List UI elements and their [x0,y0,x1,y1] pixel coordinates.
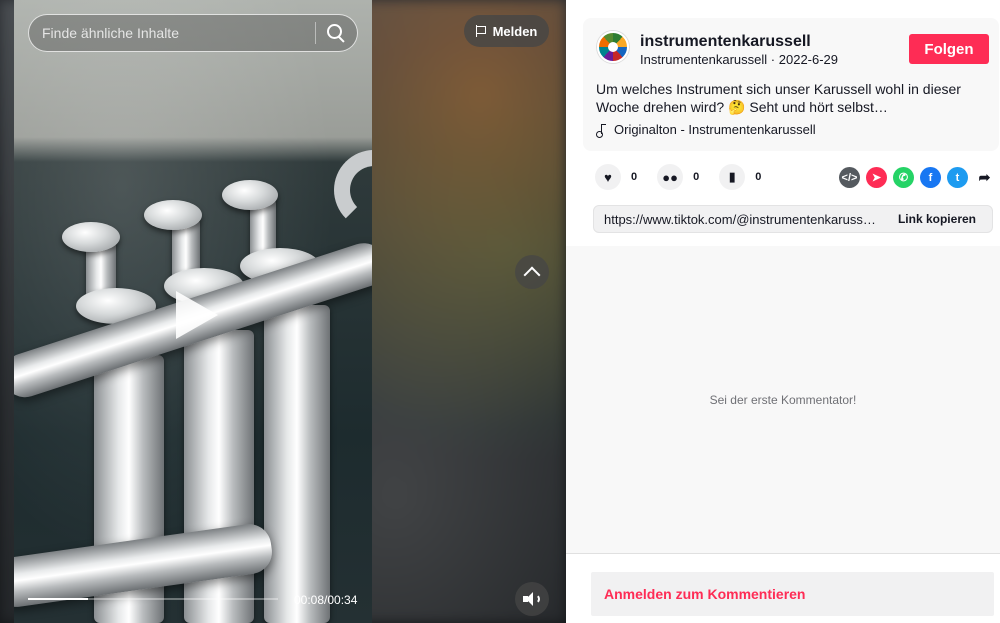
previous-video-button[interactable] [515,255,549,289]
like-action[interactable]: ♥ 0 [595,164,637,190]
trumpet-valve-cap [62,222,120,252]
share-arrow-icon[interactable]: ➦ [974,167,995,188]
whatsapp-icon[interactable]: ✆ [893,167,914,188]
music-note-icon [596,123,606,138]
empty-comments-text: Sei der erste Kommentator! [709,393,857,407]
twitter-icon[interactable]: t [947,167,968,188]
comment-action[interactable]: ●● 0 [657,164,699,190]
post-sidebar: instrumentenkarussell Instrumentenkaruss… [566,0,1000,623]
follow-button[interactable]: Folgen [909,34,989,64]
avatar[interactable] [597,31,629,63]
video-progress-bar[interactable] [28,598,278,600]
comment-icon[interactable]: ●● [657,164,684,190]
display-name: Instrumentenkarussell [640,52,768,67]
share-link-url[interactable]: https://www.tiktok.com/@instrumentenkaru… [594,212,882,227]
comment-count: 0 [693,171,700,183]
facebook-icon[interactable]: f [920,167,941,188]
action-bar: ♥ 0 ●● 0 ▮ 0 [595,164,781,190]
search-bar[interactable] [28,14,358,52]
search-divider [315,22,316,44]
username[interactable]: instrumentenkarussell [640,33,811,51]
search-icon[interactable] [327,24,345,42]
sound-link[interactable]: Originalton - Instrumentenkarussell [596,122,816,138]
volume-button[interactable] [515,582,549,616]
post-date: 2022-6-29 [778,52,839,67]
share-row: </> ➤ ✆ f t ➦ [839,167,995,188]
comments-section: Sei der erste Kommentator! [566,246,1000,554]
flag-icon [475,25,487,37]
trumpet-valve-cap [222,180,278,210]
play-icon[interactable] [176,291,218,339]
trumpet-valve-casing [264,305,330,623]
report-button[interactable]: Melden [464,15,549,47]
bookmark-icon[interactable]: ▮ [719,164,746,190]
report-label: Melden [492,23,538,39]
video-time: 00:08/00:34 [294,593,358,607]
speaker-icon [523,592,541,606]
chevron-up-icon [523,266,541,284]
save-count: 0 [755,171,762,183]
like-count: 0 [631,171,638,183]
share-link-row: https://www.tiktok.com/@instrumentenkaru… [593,205,993,233]
login-to-comment-button[interactable]: Anmelden zum Kommentieren [591,572,994,616]
post-meta: Instrumentenkarussell · 2022-6-29 [640,52,839,67]
post-description: Um welches Instrument sich unser Karusse… [596,81,961,115]
save-action[interactable]: ▮ 0 [719,164,761,190]
video-player[interactable]: Melden 00:08/00:34 [0,0,566,623]
trumpet-valve-cap [144,200,202,230]
search-input[interactable] [42,25,315,41]
copy-link-button[interactable]: Link kopieren [882,212,992,226]
video-progress-fill [28,598,88,600]
post-info-card: instrumentenkarussell Instrumentenkaruss… [583,18,999,151]
heart-icon[interactable]: ♥ [595,164,621,190]
sound-label: Originalton - Instrumentenkarussell [614,122,816,137]
embed-icon[interactable]: </> [839,167,860,188]
send-icon[interactable]: ➤ [866,167,887,188]
